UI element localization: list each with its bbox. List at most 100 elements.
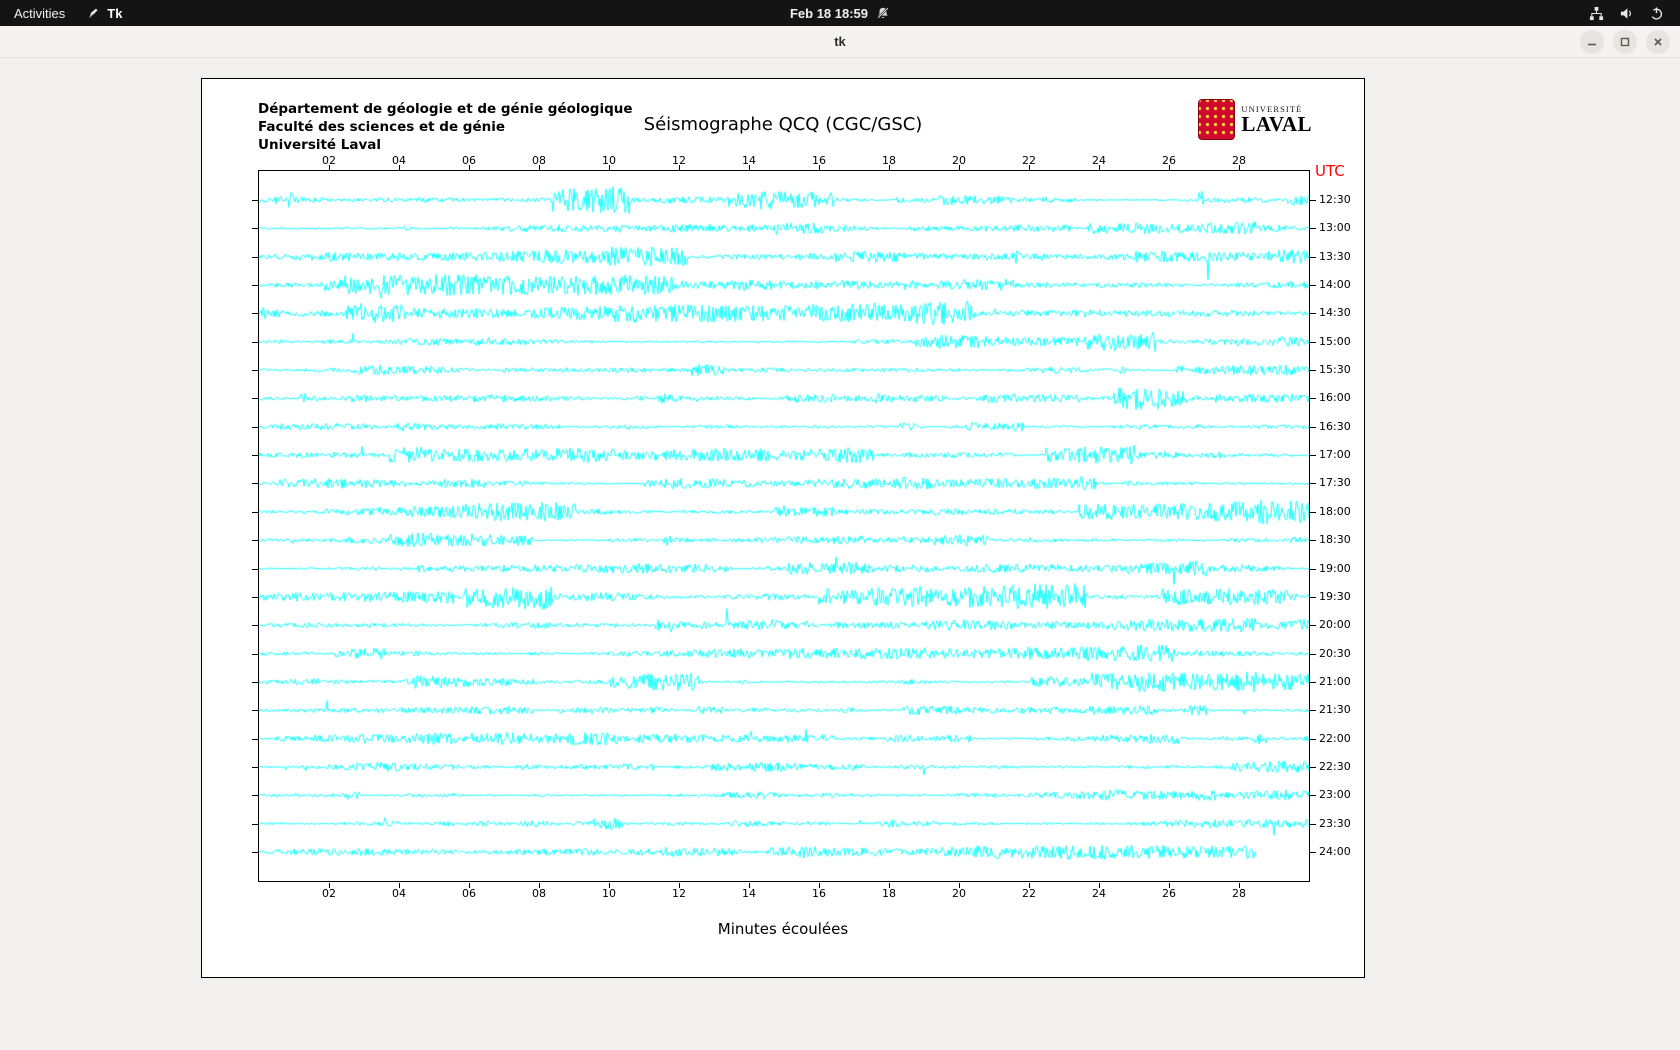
row-tick-right [1310, 852, 1316, 853]
x-tick-label-bottom: 26 [1162, 887, 1176, 900]
x-tick-label-top: 08 [532, 154, 546, 167]
window-title-bar[interactable]: tk [0, 26, 1680, 58]
x-tick-label-bottom: 22 [1022, 887, 1036, 900]
time-label: 12:30 [1319, 193, 1351, 206]
clock-menu[interactable]: Feb 18 18:59 [790, 0, 890, 26]
window-controls [1580, 30, 1670, 54]
seismogram-plot: UTC 02 02 04 04 06 06 08 08 10 10 12 12 14 14 16 16 18 18… [252, 154, 1351, 900]
x-tick-label-bottom: 14 [742, 887, 756, 900]
x-tick-label-bottom: 06 [462, 887, 476, 900]
x-tick-label-bottom: 18 [882, 887, 896, 900]
time-label: 18:30 [1319, 533, 1351, 546]
row-tick-left [252, 654, 258, 655]
time-label: 23:30 [1319, 817, 1351, 830]
time-label: 20:30 [1319, 647, 1351, 660]
time-label: 24:00 [1319, 845, 1351, 858]
row-tick-right [1310, 257, 1316, 258]
x-tick-label-bottom: 02 [322, 887, 336, 900]
x-tick-label-top: 22 [1022, 154, 1036, 167]
row-tick-right [1310, 625, 1316, 626]
row-tick-left [252, 795, 258, 796]
time-label: 15:30 [1319, 363, 1351, 376]
system-menu[interactable] [1589, 0, 1680, 26]
time-label: 23:00 [1319, 788, 1351, 801]
app-indicator[interactable]: Tk [87, 6, 122, 21]
row-tick-right [1310, 597, 1316, 598]
row-tick-left [252, 710, 258, 711]
power-icon [1649, 6, 1664, 21]
row-tick-right [1310, 795, 1316, 796]
time-label: 16:30 [1319, 420, 1351, 433]
tk-icon [87, 7, 100, 20]
x-tick-label-top: 14 [742, 154, 756, 167]
x-tick-label-top: 18 [882, 154, 896, 167]
row-tick-right [1310, 313, 1316, 314]
minimize-button[interactable] [1580, 30, 1604, 54]
x-tick-label-top: 26 [1162, 154, 1176, 167]
x-tick-label-bottom: 24 [1092, 887, 1106, 900]
row-tick-right [1310, 569, 1316, 570]
notifications-muted-icon [876, 6, 890, 20]
row-tick-left [252, 200, 258, 201]
volume-icon [1619, 6, 1634, 21]
top-bar: Activities Tk Feb 18 18:59 [0, 0, 1680, 26]
row-tick-left [252, 427, 258, 428]
time-label: 21:30 [1319, 703, 1351, 716]
time-label: 14:30 [1319, 306, 1351, 319]
x-tick-label-top: 24 [1092, 154, 1106, 167]
time-label: 19:00 [1319, 562, 1351, 575]
row-tick-right [1310, 228, 1316, 229]
row-tick-right [1310, 398, 1316, 399]
row-tick-left [252, 852, 258, 853]
page-title: Séismographe QCQ (CGC/GSC) [643, 114, 923, 135]
row-tick-left [252, 370, 258, 371]
row-tick-right [1310, 285, 1316, 286]
row-tick-right [1310, 200, 1316, 201]
row-tick-left [252, 824, 258, 825]
row-tick-right [1310, 370, 1316, 371]
logo-laval: LAVAL [1241, 112, 1312, 136]
time-label: 17:30 [1319, 476, 1351, 489]
close-button[interactable] [1646, 30, 1670, 54]
time-label: 19:30 [1319, 590, 1351, 603]
x-tick-label-top: 02 [322, 154, 336, 167]
row-tick-left [252, 540, 258, 541]
utc-label: UTC [1315, 162, 1345, 180]
row-tick-left [252, 739, 258, 740]
x-tick-label-bottom: 04 [392, 887, 406, 900]
row-tick-right [1310, 710, 1316, 711]
x-tick-label-top: 12 [672, 154, 686, 167]
time-label: 18:00 [1319, 505, 1351, 518]
row-tick-left [252, 483, 258, 484]
time-label: 13:00 [1319, 221, 1351, 234]
activities-button[interactable]: Activities [14, 6, 65, 21]
time-label: 13:30 [1319, 250, 1351, 263]
time-label: 17:00 [1319, 448, 1351, 461]
universite-laval-logo: UNIVERSITÉ LAVAL [1198, 99, 1312, 140]
time-label: 15:00 [1319, 335, 1351, 348]
x-tick-label-bottom: 16 [812, 887, 826, 900]
row-tick-right [1310, 767, 1316, 768]
row-tick-right [1310, 540, 1316, 541]
maximize-button[interactable] [1613, 30, 1637, 54]
row-tick-left [252, 625, 258, 626]
row-tick-left [252, 342, 258, 343]
x-tick-label-bottom: 28 [1232, 887, 1246, 900]
row-tick-right [1310, 455, 1316, 456]
clock-label: Feb 18 18:59 [789, 5, 869, 21]
row-tick-right [1310, 739, 1316, 740]
row-tick-left [252, 767, 258, 768]
row-tick-left [252, 285, 258, 286]
x-tick-label-top: 16 [812, 154, 826, 167]
x-tick-label-top: 06 [462, 154, 476, 167]
row-tick-left [252, 455, 258, 456]
time-label: 16:00 [1319, 391, 1351, 404]
row-tick-left [252, 398, 258, 399]
laval-logo-text: UNIVERSITÉ LAVAL [1241, 104, 1312, 135]
row-tick-right [1310, 512, 1316, 513]
row-tick-left [252, 257, 258, 258]
row-tick-right [1310, 654, 1316, 655]
row-tick-right [1310, 824, 1316, 825]
row-tick-right [1310, 427, 1316, 428]
x-tick-label-bottom: 10 [602, 887, 616, 900]
